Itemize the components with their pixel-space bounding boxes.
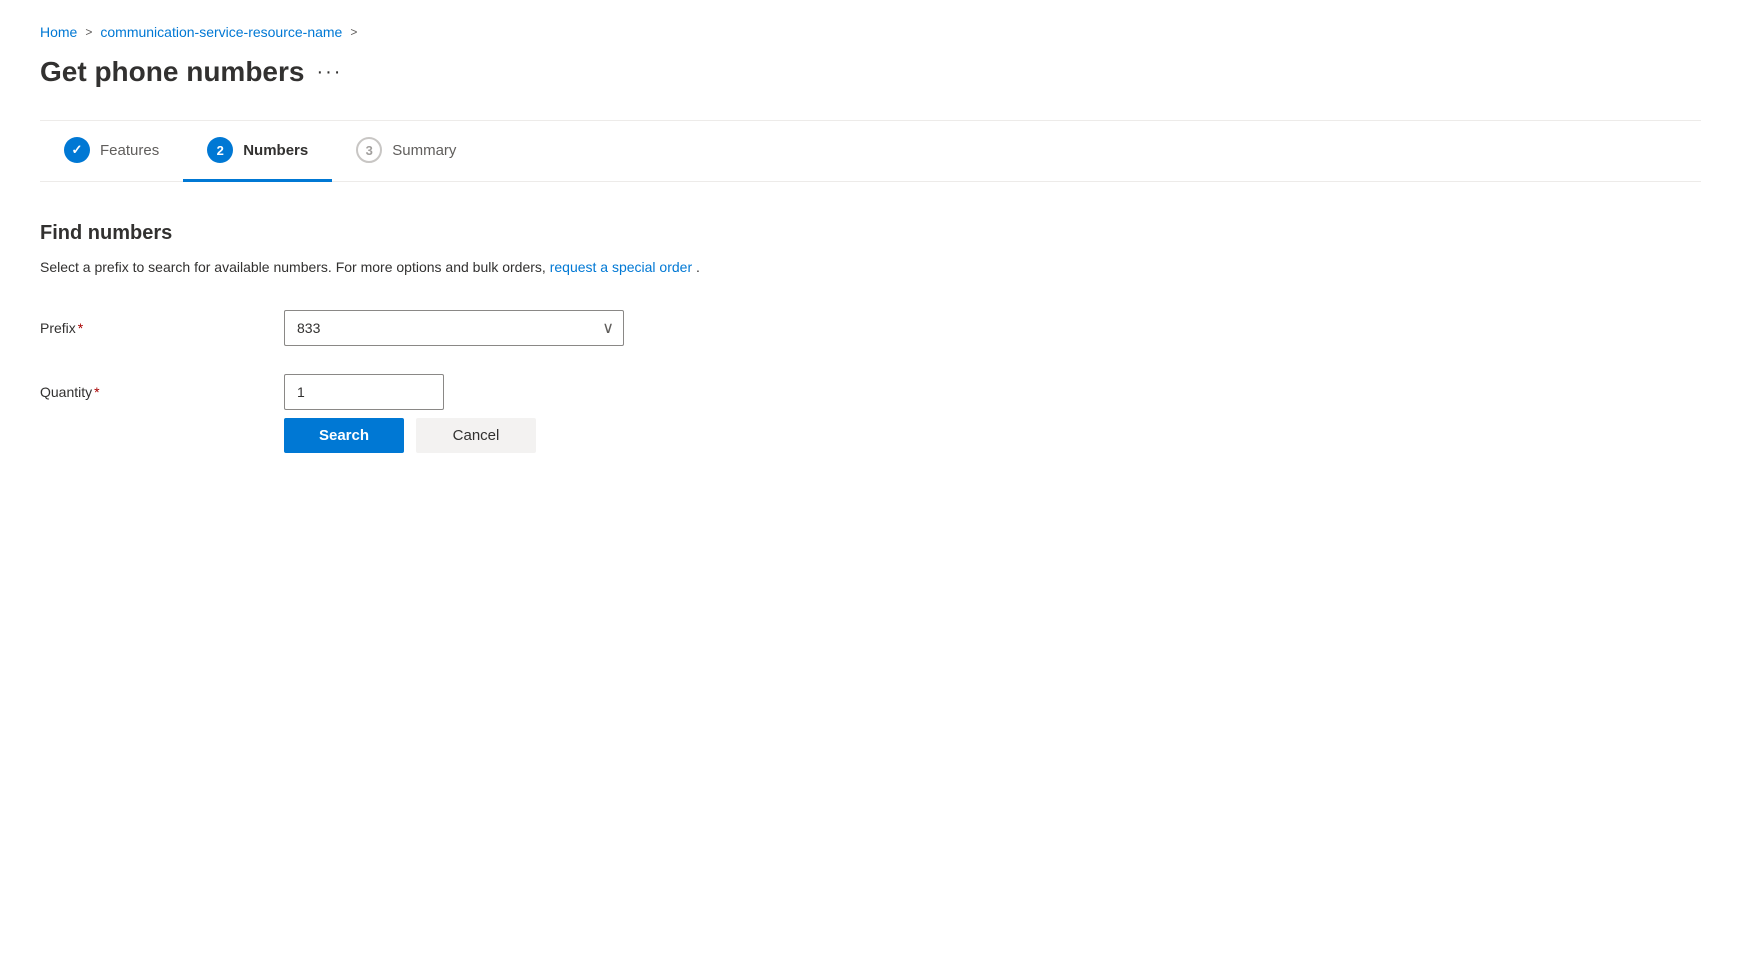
quantity-label: Quantity* [40,384,260,400]
tab-features-label: Features [100,142,159,159]
step-number-numbers: 2 [217,143,224,158]
breadcrumb-separator-1: > [85,25,92,39]
checkmark-icon: ✓ [72,142,83,158]
content-area: Find numbers Select a prefix to search f… [40,222,1701,493]
breadcrumb-separator-2: > [350,25,357,39]
find-numbers-form: Prefix* 800 833 844 855 866 877 888 ∨ [40,310,940,410]
find-numbers-title: Find numbers [40,222,1701,245]
buttons-row: Search Cancel [40,418,1701,453]
tab-numbers-label: Numbers [243,142,308,159]
tab-summary-label: Summary [392,142,456,159]
find-numbers-description: Select a prefix to search for available … [40,257,1701,278]
step-circle-numbers: 2 [207,137,233,163]
description-text-end: . [696,259,700,275]
tab-features[interactable]: ✓ Features [40,121,183,182]
tab-numbers[interactable]: 2 Numbers [183,121,332,182]
special-order-link[interactable]: request a special order [550,259,692,275]
step-circle-features: ✓ [64,137,90,163]
breadcrumb: Home > communication-service-resource-na… [40,24,1701,40]
cancel-button[interactable]: Cancel [416,418,536,453]
page-title: Get phone numbers [40,56,304,88]
steps-container: ✓ Features 2 Numbers 3 Summary [40,121,1701,182]
prefix-required: * [78,320,83,336]
page-menu-dots[interactable]: ··· [316,61,342,84]
breadcrumb-resource[interactable]: communication-service-resource-name [100,24,342,40]
page-title-row: Get phone numbers ··· [40,56,1701,88]
description-text-part1: Select a prefix to search for available … [40,259,546,275]
quantity-input[interactable] [284,374,444,410]
breadcrumb-home[interactable]: Home [40,24,77,40]
prefix-label: Prefix* [40,320,260,336]
step-circle-summary: 3 [356,137,382,163]
prefix-dropdown-wrapper: 800 833 844 855 866 877 888 ∨ [284,310,624,346]
step-number-summary: 3 [366,143,373,158]
quantity-required: * [94,384,99,400]
prefix-dropdown[interactable]: 800 833 844 855 866 877 888 [284,310,624,346]
prefix-row: Prefix* 800 833 844 855 866 877 888 ∨ [40,310,940,346]
search-button[interactable]: Search [284,418,404,453]
tab-summary[interactable]: 3 Summary [332,121,480,182]
quantity-row: Quantity* [40,374,940,410]
